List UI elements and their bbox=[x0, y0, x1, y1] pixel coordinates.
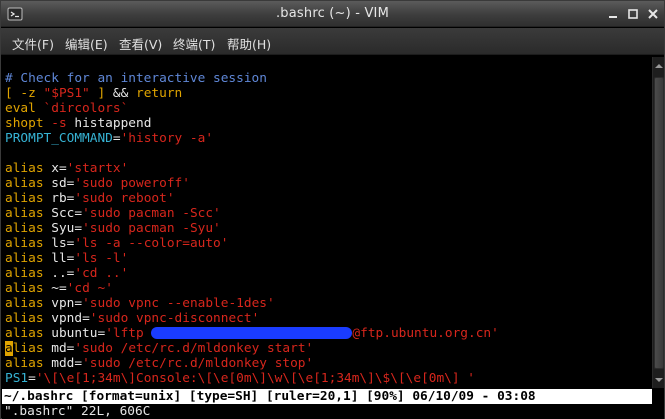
code-line: PS1='\[\e[1;34m\]Console:\[\e[0m\]\w\[\e… bbox=[5, 371, 475, 386]
close-icon bbox=[648, 9, 658, 19]
resize-grip[interactable] bbox=[652, 404, 664, 419]
code-line: alias md='sudo /etc/rc.d/mldonkey start' bbox=[5, 341, 314, 356]
code-line: alias vpnd='sudo vpnc-disconnect' bbox=[5, 311, 260, 326]
menu-view[interactable]: 查看(V) bbox=[117, 33, 164, 54]
redaction-mark bbox=[151, 326, 353, 339]
code-line: eval `dircolors` bbox=[5, 101, 129, 116]
menu-edit[interactable]: 编辑(E) bbox=[63, 33, 110, 54]
scroll-up-icon[interactable] bbox=[654, 61, 664, 71]
editor-top-gap bbox=[1, 56, 664, 69]
code-line: alias Syu='sudo pacman -Syu' bbox=[5, 221, 221, 236]
maximize-button[interactable] bbox=[626, 7, 640, 21]
maximize-icon bbox=[628, 9, 638, 19]
code-line: alias ~='cd ~' bbox=[5, 281, 113, 296]
code-line: alias ..='cd ..' bbox=[5, 266, 129, 281]
scroll-down-icon[interactable] bbox=[654, 375, 664, 385]
code-line: alias vpn='sudo vpnc --enable-1des' bbox=[5, 296, 275, 311]
code-line: alias mdd='sudo /etc/rc.d/mldonkey stop' bbox=[5, 356, 314, 371]
vim-status-line: ~/.bashrc [format=unix] [type=SH] [ruler… bbox=[2, 389, 652, 404]
vim-window: .bashrc (~) - VIM 文件(F) 编辑(E) 查看(V) 终端(T… bbox=[0, 0, 665, 419]
scrollbar-thumb[interactable] bbox=[654, 77, 664, 369]
code-line: alias ll='ls -l' bbox=[5, 251, 129, 266]
code-line: alias sd='sudo poweroff' bbox=[5, 176, 190, 191]
vim-command-line[interactable]: ".bashrc" 22L, 606C bbox=[2, 404, 664, 419]
title-bar[interactable]: .bashrc (~) - VIM bbox=[1, 1, 664, 27]
code-line: alias Scc='sudo pacman -Scc' bbox=[5, 206, 221, 221]
code-line: PROMPT_COMMAND='history -a' bbox=[5, 131, 214, 146]
code-line: [ -z "$PS1" ] && return bbox=[5, 86, 183, 101]
menu-file[interactable]: 文件(F) bbox=[10, 33, 56, 54]
vertical-scrollbar[interactable] bbox=[652, 57, 664, 388]
code-line: alias rb='sudo reboot' bbox=[5, 191, 175, 206]
menu-help[interactable]: 帮助(H) bbox=[225, 33, 273, 54]
code-line: alias x='startx' bbox=[5, 161, 129, 176]
menu-terminal[interactable]: 终端(T) bbox=[171, 33, 217, 54]
minimize-button[interactable] bbox=[606, 7, 620, 21]
window-title: .bashrc (~) - VIM bbox=[275, 6, 390, 21]
text-cursor: a bbox=[5, 341, 13, 356]
code-line: alias ubuntu='lftp @ftp.ubuntu.org.cn' bbox=[5, 326, 499, 341]
code-line: alias ls='ls -a --color=auto' bbox=[5, 236, 229, 251]
menu-bar: 文件(F) 编辑(E) 查看(V) 终端(T) 帮助(H) bbox=[1, 28, 664, 55]
close-button[interactable] bbox=[646, 7, 660, 21]
text-editor-area[interactable]: # Check for an interactive session [ -z … bbox=[3, 69, 651, 389]
minimize-icon bbox=[609, 16, 617, 18]
code-line: shopt -s histappend bbox=[5, 116, 152, 131]
code-line: # Check for an interactive session bbox=[5, 71, 267, 86]
